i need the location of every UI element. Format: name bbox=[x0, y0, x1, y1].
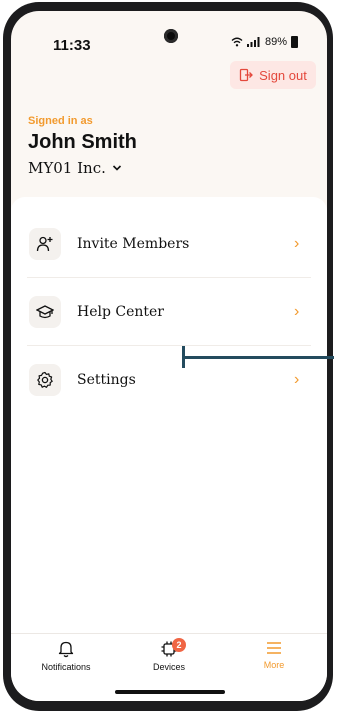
signal-icon bbox=[247, 37, 260, 47]
divider bbox=[27, 345, 311, 346]
sign-out-label: Sign out bbox=[259, 67, 307, 83]
signed-in-label: Signed in as bbox=[28, 115, 93, 127]
bell-icon bbox=[58, 641, 74, 658]
annotation-pointer-line bbox=[184, 356, 334, 359]
status-icons: 89% bbox=[231, 36, 299, 48]
menu-item-label: Settings bbox=[77, 372, 136, 388]
gear-icon bbox=[29, 364, 61, 396]
menu-item-label: Invite Members bbox=[77, 236, 190, 252]
organization-selector[interactable]: MY01 Inc. bbox=[28, 159, 122, 177]
invite-user-icon bbox=[29, 228, 61, 260]
tab-devices[interactable]: 2 Devices bbox=[124, 638, 214, 680]
tab-label: More bbox=[263, 660, 285, 670]
bottom-tab-bar: Notifications 2 Devices More bbox=[11, 633, 327, 701]
menu-icon bbox=[267, 642, 281, 654]
battery-icon bbox=[291, 36, 299, 48]
tab-more[interactable]: More bbox=[229, 640, 319, 680]
status-time: 11:33 bbox=[53, 37, 91, 54]
tab-label: Devices bbox=[152, 662, 185, 672]
graduation-cap-icon bbox=[29, 296, 61, 328]
chevron-down-icon bbox=[112, 165, 121, 171]
organization-name: MY01 Inc. bbox=[28, 159, 106, 177]
device-frame: 11:33 89% Sign out Signed in as John Smi… bbox=[0, 0, 338, 715]
tab-notifications[interactable]: Notifications bbox=[21, 640, 111, 680]
chevron-right-icon: › bbox=[294, 235, 300, 252]
menu-item-help-center[interactable]: Help Center › bbox=[11, 279, 327, 345]
front-camera bbox=[164, 29, 178, 43]
sign-out-button[interactable]: Sign out bbox=[230, 61, 316, 89]
sign-out-icon bbox=[239, 68, 254, 82]
wifi-icon bbox=[231, 37, 243, 47]
chevron-right-icon: › bbox=[294, 303, 300, 320]
more-menu: Invite Members › Help Center › Settings … bbox=[11, 197, 327, 635]
status-bar: 11:33 89% bbox=[11, 11, 327, 59]
devices-badge: 2 bbox=[172, 638, 186, 652]
battery-percent: 89% bbox=[265, 36, 288, 48]
divider bbox=[27, 277, 311, 278]
menu-item-label: Help Center bbox=[77, 304, 165, 320]
home-indicator bbox=[115, 690, 225, 694]
chevron-right-icon: › bbox=[294, 371, 300, 388]
user-name: John Smith bbox=[28, 131, 137, 153]
menu-item-invite-members[interactable]: Invite Members › bbox=[11, 211, 327, 277]
tab-label: Notifications bbox=[41, 662, 91, 672]
